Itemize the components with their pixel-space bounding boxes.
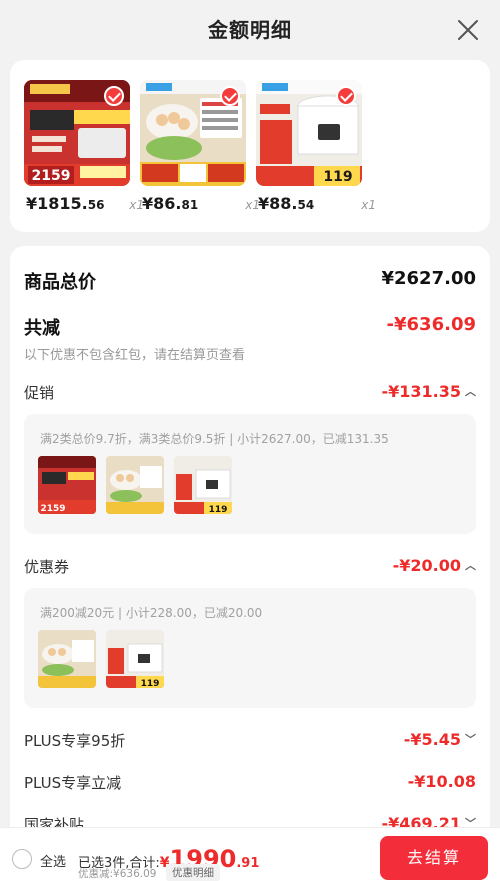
chevron-up-icon: ︿ — [465, 385, 476, 398]
total-price-value: ¥2627.00 — [381, 268, 476, 289]
product-price: ¥1815.56 — [26, 194, 105, 213]
chevron-down-icon: ﹀ — [465, 733, 476, 746]
promo-product-thumb — [106, 456, 164, 514]
header: 金额明细 — [0, 0, 500, 60]
product-list: 2159 ¥1815.56 x1 ¥86.81 x1 119 ¥88.54 x1 — [10, 60, 490, 232]
coupon-value[interactable]: -¥20.00 ︿ — [393, 556, 476, 575]
product-item[interactable]: 2159 ¥1815.56 x1 — [24, 80, 144, 213]
plus-95-value[interactable]: -¥5.45 ﹀ — [404, 730, 476, 749]
svg-text:119: 119 — [323, 169, 352, 185]
promo-detail-box: 满2类总价9.7折，满3类总价9.5折 | 小计2627.00，已减131.35… — [24, 414, 476, 534]
promo-desc: 满2类总价9.7折，满3类总价9.5折 | 小计2627.00，已减131.35 — [40, 432, 389, 446]
selected-check-icon[interactable] — [220, 86, 240, 106]
plus-direct-label: PLUS专享立减 — [24, 774, 122, 792]
coupon-row[interactable]: 优惠券 -¥20.00 ︿ — [24, 556, 476, 577]
checkout-button[interactable]: 去结算 — [380, 836, 488, 880]
select-all-label[interactable]: 全选 — [40, 851, 66, 870]
coupon-desc: 满200减20元 | 小计228.00，已减20.00 — [40, 606, 263, 620]
selected-check-icon[interactable] — [336, 86, 356, 106]
discount-label: 共减 — [24, 318, 60, 339]
product-item[interactable]: 119 ¥88.54 x1 — [256, 80, 376, 213]
close-icon[interactable] — [456, 18, 480, 42]
total-price-label: 商品总价 — [24, 272, 96, 293]
promo-label: 促销 — [24, 384, 55, 402]
product-item[interactable]: ¥86.81 x1 — [140, 80, 260, 213]
plus-95-label: PLUS专享95折 — [24, 732, 126, 750]
coupon-detail-box: 满200减20元 | 小计228.00，已减20.00 119 — [24, 588, 476, 708]
selected-check-icon[interactable] — [104, 86, 124, 106]
plus-95-row[interactable]: PLUS专享95折 -¥5.45 ﹀ — [24, 730, 476, 751]
discount-note: 以下优惠不包含红包，请在结算页查看 — [24, 348, 246, 363]
discount-value: -¥636.09 — [386, 314, 476, 335]
promo-product-thumb: 119 — [174, 456, 232, 514]
product-price: ¥86.81 — [142, 194, 199, 213]
product-thumbnail[interactable] — [140, 80, 246, 186]
amount-detail-card: 商品总价 ¥2627.00 共减 -¥636.09 以下优惠不包含红包，请在结算… — [10, 246, 490, 881]
chevron-up-icon: ︿ — [465, 559, 476, 572]
promo-product-thumb: 2159 — [38, 456, 96, 514]
svg-text:119: 119 — [209, 505, 228, 514]
svg-text:2159: 2159 — [40, 504, 65, 514]
coupon-label: 优惠券 — [24, 558, 70, 576]
product-thumbnail[interactable]: 2159 — [24, 80, 130, 186]
page-title: 金额明细 — [208, 18, 292, 42]
product-price: ¥88.54 — [258, 194, 315, 213]
plus-direct-row: PLUS专享立减 -¥10.08 — [24, 772, 476, 793]
promo-row[interactable]: 促销 -¥131.35 ︿ — [24, 382, 476, 403]
product-thumbnail[interactable]: 119 — [256, 80, 362, 186]
coupon-product-thumb: 119 — [106, 630, 164, 688]
svg-text:119: 119 — [141, 679, 160, 688]
promo-value[interactable]: -¥131.35 ︿ — [381, 382, 476, 401]
select-all-radio[interactable] — [12, 849, 32, 869]
checkout-bar: 全选 已选3件,合计:¥1990.91 优惠减:¥636.09 优惠明细 去结算 — [0, 827, 500, 881]
product-qty: x1 — [361, 198, 376, 212]
coupon-product-thumb — [38, 630, 96, 688]
plus-direct-value: -¥10.08 — [407, 772, 476, 791]
total-price-row: 商品总价 ¥2627.00 — [24, 268, 476, 294]
saved-amount: 优惠减:¥636.09 — [78, 868, 157, 880]
discount-row: 共减 -¥636.09 — [24, 314, 476, 340]
discount-note-row: 以下优惠不包含红包，请在结算页查看 — [24, 344, 476, 363]
svg-text:2159: 2159 — [32, 168, 71, 184]
discount-detail-button[interactable]: 优惠明细 — [166, 864, 220, 881]
